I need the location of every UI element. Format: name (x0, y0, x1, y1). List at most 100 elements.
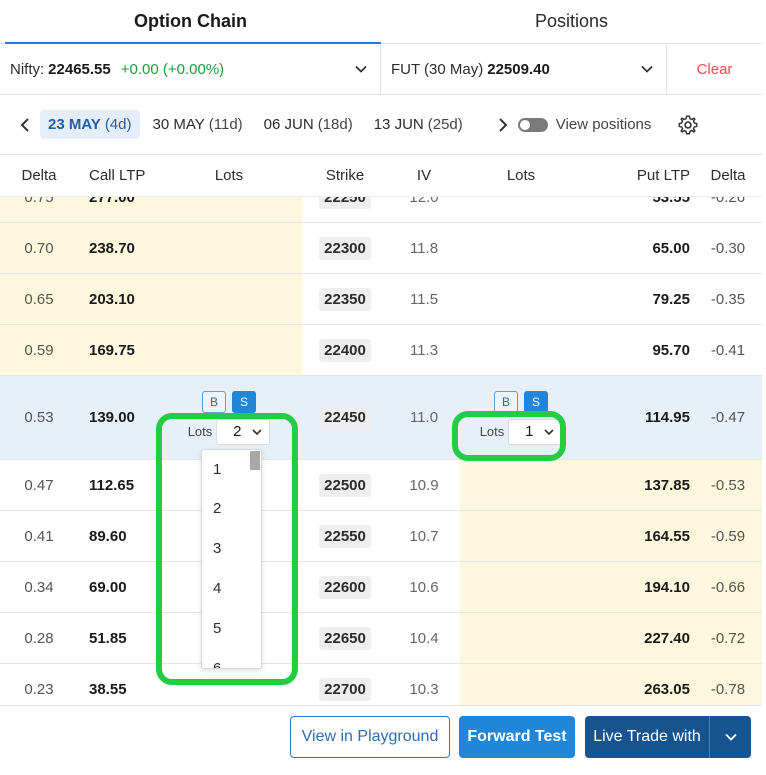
put-lots-cell[interactable] (460, 460, 582, 510)
call-lots-cell[interactable] (156, 664, 302, 707)
strike-cell: 22250 (302, 197, 388, 222)
expiry-13-jun[interactable]: 13 JUN (25d) (366, 110, 471, 139)
lots-option[interactable]: 4 (202, 568, 261, 608)
view-in-playground-button[interactable]: View in Playground (290, 716, 450, 758)
put-ltp[interactable]: 79.25 (582, 274, 694, 324)
call-ltp[interactable]: 69.00 (78, 562, 156, 612)
iv-value: 10.3 (409, 680, 439, 698)
table-row: 0.75 277.00 22250 12.0 53.55 -0.26 (0, 197, 762, 223)
call-ltp[interactable]: 238.70 (78, 223, 156, 273)
put-delta: -0.72 (694, 613, 762, 663)
put-ltp[interactable]: 137.85 (582, 460, 694, 510)
put-ltp[interactable]: 114.95 (582, 376, 694, 459)
put-lots-cell[interactable]: B S Lots 1 (460, 376, 582, 459)
expiry-days: (11d) (208, 116, 243, 133)
gear-icon[interactable] (677, 114, 699, 136)
underlying-selector[interactable]: Nifty: 22465.55 +0.00 (+0.00%) (0, 44, 381, 94)
expiry-date: 06 JUN (263, 116, 314, 133)
put-delta: -0.30 (710, 239, 746, 257)
put-lots-cell[interactable] (460, 325, 582, 375)
iv-value: 10.4 (409, 629, 439, 647)
call-ltp[interactable]: 203.10 (78, 274, 156, 324)
dropdown-scrollbar[interactable] (250, 451, 260, 470)
call-lots-cell[interactable] (156, 223, 302, 273)
call-lots-cell[interactable] (156, 274, 302, 324)
put-lots-cell[interactable] (460, 511, 582, 561)
put-lots-cell[interactable] (460, 613, 582, 663)
strike-cell: 22300 (302, 223, 388, 273)
chevron-left-icon[interactable] (16, 116, 34, 134)
expiry-23-may[interactable]: 23 MAY (4d) (40, 110, 140, 139)
strike-cell: 22600 (302, 562, 388, 612)
call-ltp[interactable]: 139.00 (78, 376, 156, 459)
header-iv: IV (416, 167, 432, 184)
put-ltp[interactable]: 95.70 (582, 325, 694, 375)
put-lots-cell[interactable] (460, 197, 582, 222)
expiry-date: 30 MAY (152, 116, 205, 133)
put-ltp[interactable]: 164.55 (582, 511, 694, 561)
tab-positions[interactable]: Positions (381, 0, 762, 43)
forward-test-button[interactable]: Forward Test (459, 716, 575, 758)
call-lots-cell[interactable] (156, 197, 302, 222)
put-lots-cell[interactable] (460, 223, 582, 273)
put-ltp[interactable]: 263.05 (582, 664, 694, 707)
put-sell-button[interactable]: S (523, 390, 548, 413)
put-ltp[interactable]: 65.00 (582, 223, 694, 273)
lots-option[interactable]: 3 (202, 528, 261, 568)
lots-option[interactable]: 6 (202, 648, 261, 669)
put-lots-select[interactable]: 1 (508, 418, 563, 445)
put-lots-control: Lots 1 (480, 418, 563, 445)
put-lots-cell[interactable] (460, 664, 582, 707)
header-put-ltp: Put LTP (636, 167, 690, 184)
call-buy-button[interactable]: B (201, 390, 226, 413)
table-row: 0.47 112.65 22500 10.9 137.85 -0.53 (0, 460, 762, 511)
put-ltp[interactable]: 227.40 (582, 613, 694, 663)
put-lots-cell[interactable] (460, 562, 582, 612)
call-delta: 0.28 (24, 629, 54, 647)
strike-price: 22550 (319, 524, 371, 548)
iv-value: 11.8 (409, 239, 439, 257)
table-row: 0.65 203.10 22350 11.5 79.25 -0.35 (0, 274, 762, 325)
put-buy-sell-group: BS (493, 390, 548, 413)
iv-value: 10.9 (409, 476, 439, 494)
lots-option[interactable]: 2 (202, 488, 261, 528)
iv-value: 11.0 (409, 409, 439, 426)
call-ltp[interactable]: 38.55 (78, 664, 156, 707)
call-ltp[interactable]: 112.65 (78, 460, 156, 510)
lots-dropdown-list[interactable]: 123456 (201, 449, 262, 669)
put-ltp[interactable]: 194.10 (582, 562, 694, 612)
chevron-down-icon[interactable] (710, 730, 751, 744)
lots-option[interactable]: 5 (202, 608, 261, 648)
put-ltp[interactable]: 53.55 (582, 197, 694, 222)
future-selector[interactable]: FUT (30 May) 22509.40 (381, 44, 667, 94)
chevron-down-icon (641, 65, 653, 73)
call-ltp[interactable]: 277.00 (78, 197, 156, 222)
view-positions-toggle[interactable] (517, 117, 548, 132)
put-lots-cell[interactable] (460, 274, 582, 324)
chevron-down-icon (252, 428, 262, 435)
call-lots-select[interactable]: 2 (216, 418, 271, 445)
strike-price: 22600 (319, 575, 371, 599)
put-buy-button[interactable]: B (493, 390, 518, 413)
put-delta: -0.59 (694, 511, 762, 561)
strike-cell: 22700 (302, 664, 388, 707)
iv-value: 10.6 (409, 578, 439, 596)
clear-button[interactable]: Clear (667, 44, 762, 94)
expiry-06-jun[interactable]: 06 JUN (18d) (256, 110, 361, 139)
call-ltp[interactable]: 51.85 (78, 613, 156, 663)
live-trade-button[interactable]: Live Trade with (585, 716, 751, 758)
put-delta: -0.35 (710, 290, 746, 308)
option-chain-table: 0.75 277.00 22250 12.0 53.55 -0.26 0.70 238.70 2… (0, 197, 762, 707)
call-ltp[interactable]: 169.75 (78, 325, 156, 375)
call-delta: 0.41 (24, 527, 54, 545)
call-sell-button[interactable]: S (231, 390, 256, 413)
tab-option-chain[interactable]: Option Chain (0, 0, 381, 44)
call-delta: 0.53 (24, 409, 54, 426)
underlying-label: Nifty: (10, 60, 45, 78)
chevron-right-icon[interactable] (494, 116, 512, 134)
call-lots-cell[interactable]: B S Lots 2 (156, 376, 302, 459)
table-row: 0.41 89.60 22550 10.7 164.55 -0.59 (0, 511, 762, 562)
call-ltp[interactable]: 89.60 (78, 511, 156, 561)
call-lots-cell[interactable] (156, 325, 302, 375)
expiry-30-may[interactable]: 30 MAY (11d) (145, 110, 251, 139)
